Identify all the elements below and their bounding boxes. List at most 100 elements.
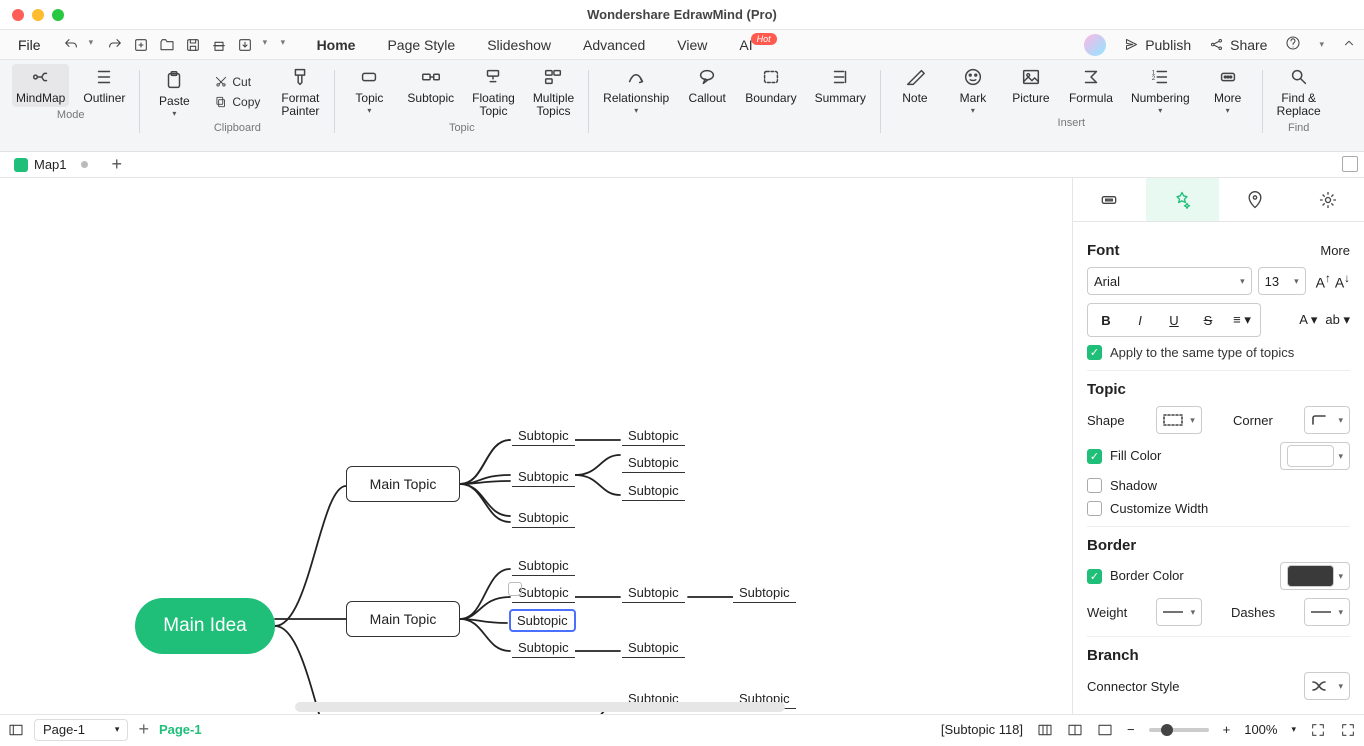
summary-button[interactable]: Summary (811, 64, 870, 115)
active-page[interactable]: Page-1 (159, 722, 202, 737)
subtopic-node[interactable]: Subtopic (512, 638, 575, 658)
callout-button[interactable]: Callout (683, 64, 731, 115)
shadow-checkbox[interactable] (1087, 478, 1102, 493)
panel-tab-style[interactable] (1146, 178, 1219, 221)
font-size-select[interactable]: 13▾ (1258, 267, 1306, 295)
boundary-button[interactable]: Boundary (741, 64, 800, 115)
grow-font[interactable]: A↑ (1316, 272, 1331, 291)
panel-toggle[interactable] (1342, 156, 1358, 172)
note-button[interactable]: Note (891, 64, 939, 115)
topic-button[interactable]: Topic▾ (345, 64, 393, 120)
subtopic-selected[interactable]: Subtopic (509, 609, 576, 632)
subtopic-node[interactable]: Subtopic (733, 583, 796, 603)
collapse-ribbon[interactable] (1342, 36, 1356, 53)
shape-select[interactable]: ▾ (1156, 406, 1202, 434)
outline-toggle[interactable] (8, 722, 24, 738)
subtopic-node[interactable]: Subtopic (622, 638, 685, 658)
picture-button[interactable]: Picture (1007, 64, 1055, 115)
doc-tab-map1[interactable]: Map1 (6, 155, 96, 174)
export-button[interactable] (237, 37, 253, 53)
view-mode-2[interactable] (1067, 722, 1083, 738)
fill-color-picker[interactable]: ▾ (1280, 442, 1350, 470)
panel-tab-settings[interactable] (1291, 178, 1364, 221)
apply-same-type-checkbox[interactable]: ✓ (1087, 345, 1102, 360)
main-topic-2[interactable]: Main Topic (346, 601, 460, 637)
subtopic-node[interactable]: Subtopic (512, 508, 575, 528)
shrink-font[interactable]: A↓ (1335, 272, 1350, 291)
zoom-in[interactable]: + (1223, 722, 1231, 737)
border-color-picker[interactable]: ▾ (1280, 562, 1350, 590)
subtopic-node[interactable]: Subtopic (512, 426, 575, 446)
undo-button[interactable] (63, 37, 79, 53)
font-family-select[interactable]: Arial▾ (1087, 267, 1252, 295)
outliner-mode[interactable]: Outliner (79, 64, 129, 107)
connector-select[interactable]: ▾ (1304, 672, 1350, 700)
tab-slideshow[interactable]: Slideshow (481, 33, 557, 57)
cut-button[interactable]: Cut (208, 73, 266, 91)
align-button[interactable]: ≡ ▾ (1228, 308, 1256, 332)
italic-button[interactable]: I (1126, 308, 1154, 332)
horizontal-scrollbar[interactable] (295, 702, 785, 712)
strike-button[interactable]: S (1194, 308, 1222, 332)
page-select[interactable]: Page-1▾ (34, 719, 128, 741)
panel-tab-layout[interactable] (1073, 178, 1146, 221)
find-replace-button[interactable]: Find & Replace (1273, 64, 1325, 120)
tab-ai[interactable]: AIHot (733, 33, 784, 57)
subtopic-node[interactable]: Subtopic (622, 426, 685, 446)
subtopic-node[interactable]: Subtopic (512, 467, 575, 487)
paste-button[interactable]: Paste▾ (150, 67, 198, 118)
mark-button[interactable]: Mark▾ (949, 64, 997, 115)
floating-topic-button[interactable]: Floating Topic (468, 64, 519, 120)
add-doc-tab[interactable]: + (106, 154, 129, 175)
formula-button[interactable]: Formula (1065, 64, 1117, 115)
tab-advanced[interactable]: Advanced (577, 33, 651, 57)
subtopic-button[interactable]: Subtopic (403, 64, 458, 120)
main-idea-node[interactable]: Main Idea (135, 598, 275, 654)
copy-button[interactable]: Copy (208, 93, 266, 111)
tab-home[interactable]: Home (311, 33, 362, 57)
minimize-window[interactable] (32, 9, 44, 21)
format-painter[interactable]: Format Painter (276, 64, 324, 120)
underline-button[interactable]: U (1160, 308, 1188, 332)
numbering-button[interactable]: 12Numbering▾ (1127, 64, 1194, 115)
font-color[interactable]: A ▾ (1299, 312, 1317, 328)
subtopic-node[interactable]: Subtopic (512, 556, 575, 576)
zoom-slider[interactable] (1149, 728, 1209, 732)
bold-button[interactable]: B (1092, 308, 1120, 332)
dashes-select[interactable]: ▾ (1304, 598, 1350, 626)
custom-width-checkbox[interactable] (1087, 501, 1102, 516)
publish-button[interactable]: Publish (1124, 37, 1191, 53)
file-menu[interactable]: File (8, 33, 51, 57)
weight-select[interactable]: ▾ (1156, 598, 1202, 626)
tab-view[interactable]: View (671, 33, 713, 57)
add-page[interactable]: + (138, 719, 149, 740)
user-avatar[interactable] (1084, 34, 1106, 56)
qat-more[interactable]: ▾ (281, 37, 289, 53)
undo-dropdown[interactable]: ▾ (89, 37, 97, 53)
zoom-window[interactable] (52, 9, 64, 21)
fullscreen[interactable] (1340, 722, 1356, 738)
redo-button[interactable] (107, 37, 123, 53)
canvas[interactable]: Main Idea Main Topic Main Topic Main Top… (0, 178, 1072, 714)
font-more[interactable]: More (1320, 243, 1350, 258)
corner-select[interactable]: ▾ (1304, 406, 1350, 434)
new-button[interactable] (133, 37, 149, 53)
tab-page-style[interactable]: Page Style (381, 33, 461, 57)
view-mode-1[interactable] (1037, 722, 1053, 738)
mindmap-mode[interactable]: MindMap (12, 64, 69, 107)
help-button[interactable] (1285, 35, 1301, 54)
fit-page[interactable] (1310, 722, 1326, 738)
text-effects[interactable]: ab ▾ (1325, 312, 1350, 328)
subtopic-node[interactable]: Subtopic (622, 583, 685, 603)
zoom-out[interactable]: − (1127, 722, 1135, 737)
panel-tab-map[interactable] (1219, 178, 1292, 221)
zoom-level[interactable]: 100% (1244, 722, 1277, 737)
share-button[interactable]: Share (1209, 37, 1267, 53)
more-button[interactable]: More▾ (1204, 64, 1252, 115)
main-topic-1[interactable]: Main Topic (346, 466, 460, 502)
border-color-checkbox[interactable]: ✓ (1087, 569, 1102, 584)
view-mode-3[interactable] (1097, 722, 1113, 738)
subtopic-node[interactable]: Subtopic (622, 481, 685, 501)
collapse-handle[interactable] (508, 582, 522, 596)
fill-color-checkbox[interactable]: ✓ (1087, 449, 1102, 464)
